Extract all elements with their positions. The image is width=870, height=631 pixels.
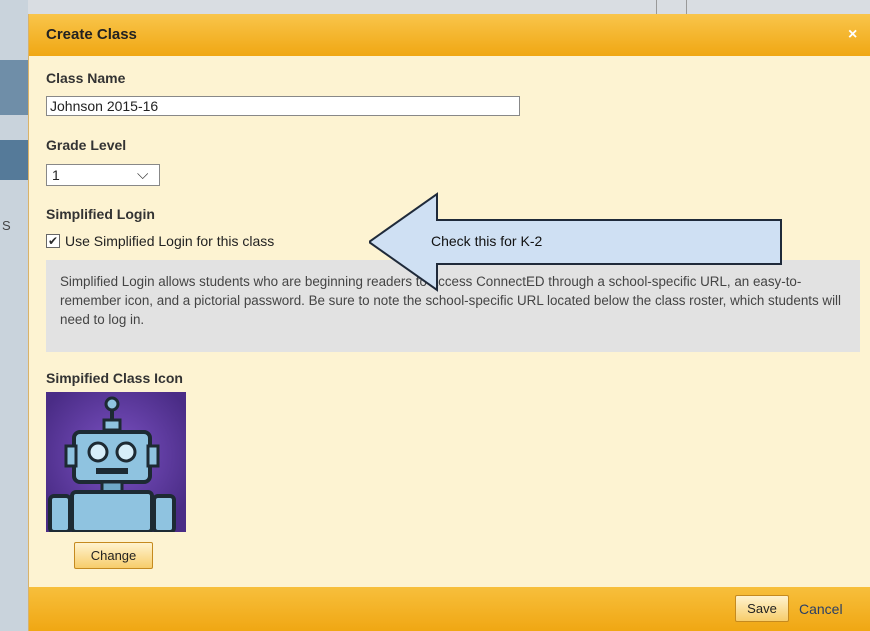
callout-text: Check this for K-2 — [431, 233, 543, 249]
dialog-footer: Save Cancel — [29, 587, 870, 631]
cancel-link[interactable]: Cancel — [799, 601, 843, 617]
dialog-title: Create Class — [46, 26, 137, 43]
create-class-dialog: Create Class × Class Name Grade Level 1 … — [28, 14, 870, 631]
class-name-label: Class Name — [46, 70, 126, 86]
grade-level-value: 1 — [52, 167, 60, 183]
background-top-bar — [28, 0, 870, 14]
robot-icon — [46, 392, 186, 532]
background-text-fragment: S — [2, 218, 11, 233]
save-button[interactable]: Save — [735, 595, 789, 622]
chevron-down-icon: ⌵ — [137, 166, 149, 183]
background-sidebar-block — [0, 140, 28, 180]
grade-level-select[interactable]: 1 ⌵ — [46, 164, 160, 186]
simplified-login-checkbox-label: Use Simplified Login for this class — [65, 233, 275, 249]
grade-level-label: Grade Level — [46, 137, 127, 153]
simplified-login-heading: Simplified Login — [46, 206, 155, 222]
class-name-input[interactable] — [46, 96, 520, 116]
background-sidebar-block — [0, 60, 28, 115]
background-sidebar: S — [0, 0, 28, 631]
background-divider — [656, 0, 657, 14]
background-divider — [686, 0, 687, 14]
dialog-titlebar: Create Class × — [29, 14, 870, 56]
class-icon-label: Simpified Class Icon — [46, 370, 183, 386]
change-icon-button[interactable]: Change — [74, 542, 153, 569]
simplified-login-checkbox[interactable]: ✔ — [46, 234, 60, 248]
close-icon[interactable]: × — [848, 26, 857, 44]
